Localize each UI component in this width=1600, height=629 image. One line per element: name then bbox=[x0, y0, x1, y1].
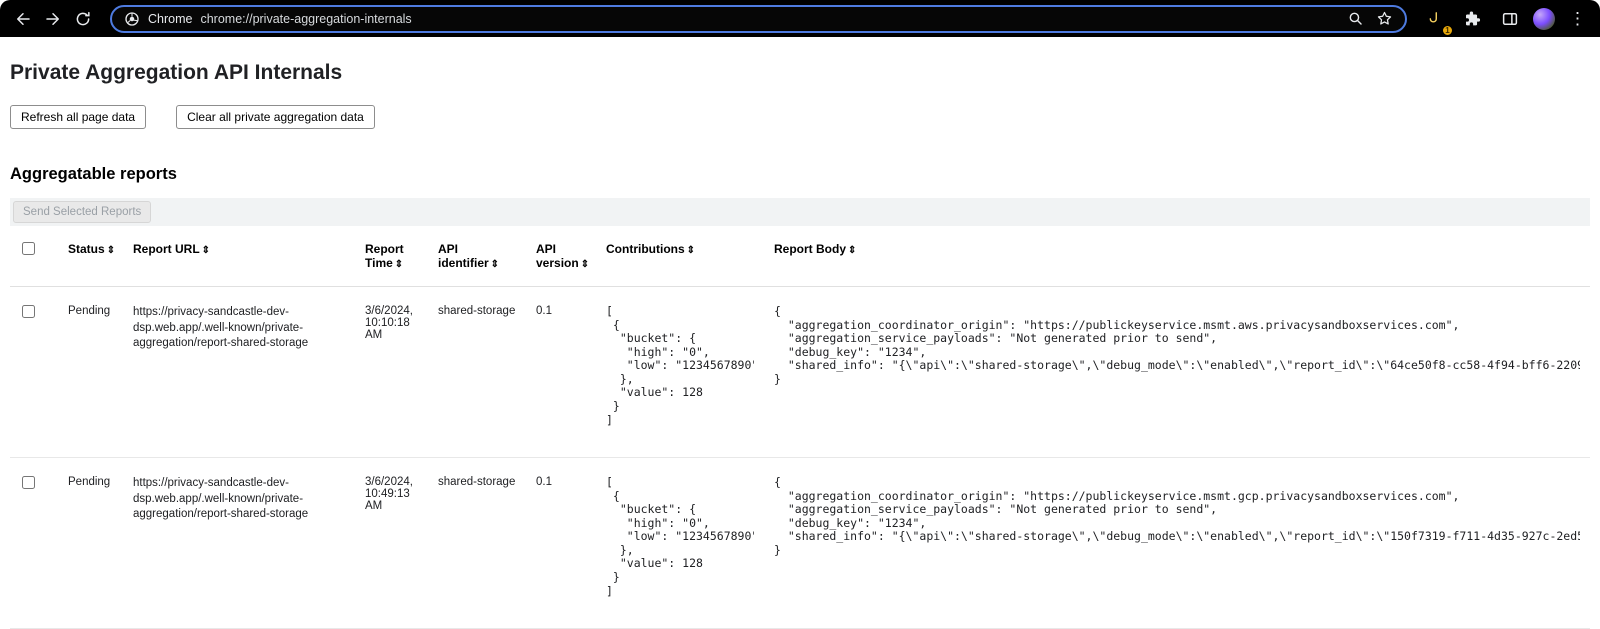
clear-all-button[interactable]: Clear all private aggregation data bbox=[176, 105, 375, 129]
row-checkbox[interactable] bbox=[22, 476, 35, 489]
col-header-report-url[interactable]: Report URL⇕ bbox=[123, 226, 355, 287]
col-header-report-time[interactable]: Report Time⇕ bbox=[355, 226, 428, 287]
select-all-checkbox[interactable] bbox=[22, 242, 35, 255]
sort-icon: ⇕ bbox=[687, 245, 695, 256]
sort-icon: ⇕ bbox=[202, 245, 210, 256]
table-header-row: Status⇕ Report URL⇕ Report Time⇕ API ide… bbox=[10, 226, 1590, 287]
row-select-cell bbox=[10, 458, 58, 629]
status-cell: Pending bbox=[58, 458, 123, 629]
sort-icon: ⇕ bbox=[107, 245, 115, 256]
report-time-cell: 3/6/2024, 10:10:18 AM bbox=[355, 287, 428, 458]
row-checkbox[interactable] bbox=[22, 305, 35, 318]
browser-menu-icon[interactable]: ⋮ bbox=[1563, 8, 1592, 29]
back-button[interactable] bbox=[8, 4, 38, 34]
col-header-api-version[interactable]: API version⇕ bbox=[526, 226, 596, 287]
forward-button[interactable] bbox=[38, 4, 68, 34]
side-panel-button[interactable] bbox=[1495, 4, 1525, 34]
report-body-json: { "aggregation_coordinator_origin": "htt… bbox=[774, 305, 1580, 386]
zoom-icon[interactable] bbox=[1347, 10, 1364, 27]
report-url-cell: https://privacy-sandcastle-dev-dsp.web.a… bbox=[123, 458, 355, 629]
back-arrow-icon bbox=[14, 10, 32, 28]
send-selected-reports-button[interactable]: Send Selected Reports bbox=[13, 201, 151, 223]
api-version-cell: 0.1 bbox=[526, 287, 596, 458]
flagged-extension-icon bbox=[1426, 10, 1443, 27]
bookmark-star-icon[interactable] bbox=[1376, 10, 1393, 27]
flagged-extension-button[interactable]: 1 bbox=[1419, 4, 1449, 34]
refresh-all-button[interactable]: Refresh all page data bbox=[10, 105, 146, 129]
contributions-json: [ { "bucket": { "high": "0", "low": "123… bbox=[606, 476, 754, 598]
page-title: Private Aggregation API Internals bbox=[10, 61, 1590, 85]
col-header-report-body[interactable]: Report Body⇕ bbox=[764, 226, 1590, 287]
chrome-logo-icon bbox=[124, 11, 140, 27]
reload-icon bbox=[74, 10, 92, 28]
contributions-cell: [ { "bucket": { "high": "0", "low": "123… bbox=[596, 287, 764, 458]
reload-button[interactable] bbox=[68, 4, 98, 34]
sort-icon: ⇕ bbox=[848, 245, 856, 256]
report-body-cell: { "aggregation_coordinator_origin": "htt… bbox=[764, 458, 1590, 629]
contributions-cell: [ { "bucket": { "high": "0", "low": "123… bbox=[596, 458, 764, 629]
report-body-json: { "aggregation_coordinator_origin": "htt… bbox=[774, 476, 1580, 557]
sort-icon: ⇕ bbox=[581, 259, 589, 270]
api-version-cell: 0.1 bbox=[526, 458, 596, 629]
section-title: Aggregatable reports bbox=[10, 165, 1590, 184]
contributions-json: [ { "bucket": { "high": "0", "low": "123… bbox=[606, 305, 754, 427]
sort-icon: ⇕ bbox=[491, 259, 499, 270]
side-panel-icon bbox=[1501, 10, 1519, 28]
chrome-label: Chrome bbox=[148, 12, 192, 26]
notification-badge: 1 bbox=[1442, 25, 1453, 36]
table-row: Pending https://privacy-sandcastle-dev-d… bbox=[10, 287, 1590, 458]
api-identifier-cell: shared-storage bbox=[428, 287, 526, 458]
api-identifier-cell: shared-storage bbox=[428, 458, 526, 629]
table-row: Pending https://privacy-sandcastle-dev-d… bbox=[10, 458, 1590, 629]
report-url-cell: https://privacy-sandcastle-dev-dsp.web.a… bbox=[123, 287, 355, 458]
col-header-api-identifier[interactable]: API identifier⇕ bbox=[428, 226, 526, 287]
extensions-button[interactable] bbox=[1457, 4, 1487, 34]
report-body-cell: { "aggregation_coordinator_origin": "htt… bbox=[764, 287, 1590, 458]
col-header-contributions[interactable]: Contributions⇕ bbox=[596, 226, 764, 287]
col-header-status[interactable]: Status⇕ bbox=[58, 226, 123, 287]
status-cell: Pending bbox=[58, 287, 123, 458]
report-time-cell: 3/6/2024, 10:49:13 AM bbox=[355, 458, 428, 629]
url-text: chrome://private-aggregation-internals bbox=[200, 12, 1339, 26]
sort-icon: ⇕ bbox=[395, 259, 403, 270]
profile-avatar[interactable] bbox=[1533, 8, 1555, 30]
browser-toolbar: Chrome chrome://private-aggregation-inte… bbox=[0, 0, 1600, 37]
forward-arrow-icon bbox=[44, 10, 62, 28]
extensions-puzzle-icon bbox=[1463, 10, 1481, 28]
aggregatable-reports-table: Status⇕ Report URL⇕ Report Time⇕ API ide… bbox=[10, 226, 1590, 629]
omnibox[interactable]: Chrome chrome://private-aggregation-inte… bbox=[110, 5, 1407, 33]
page-content: Private Aggregation API Internals Refres… bbox=[0, 61, 1600, 629]
select-all-cell bbox=[10, 226, 58, 287]
table-toolbar: Send Selected Reports bbox=[10, 198, 1590, 226]
row-select-cell bbox=[10, 287, 58, 458]
